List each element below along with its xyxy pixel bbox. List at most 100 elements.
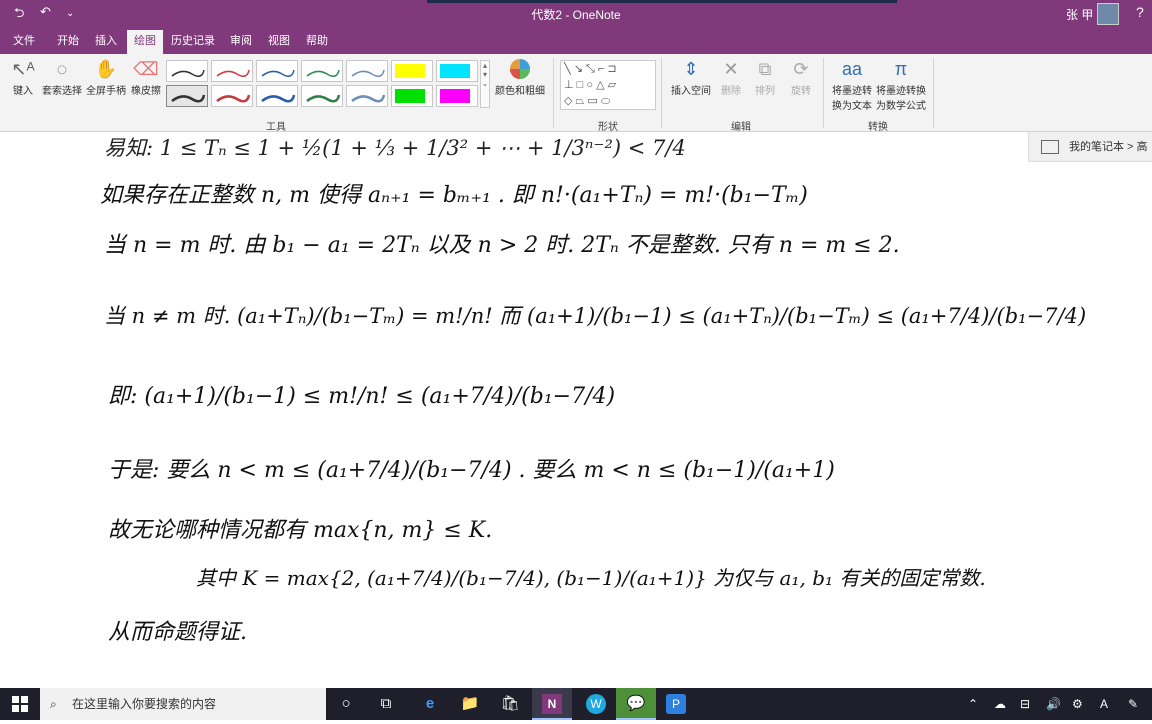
ink-to-math-button[interactable]: π 将墨迹转换 为数学公式 <box>874 58 928 112</box>
tab-help[interactable]: 帮助 <box>300 28 334 54</box>
shape-parallelogram-icon[interactable]: ▱ <box>608 79 616 91</box>
convert-group-label: 转换 <box>868 122 888 133</box>
shape-circle-icon[interactable]: ○ <box>586 79 593 91</box>
avatar[interactable] <box>1097 3 1119 25</box>
delete-x-icon: ✕ <box>723 59 739 79</box>
whiteboard-app-icon[interactable]: W <box>576 688 616 720</box>
pen-swatch[interactable] <box>211 60 253 82</box>
ribbon-separator <box>933 58 934 128</box>
hand-icon: ✋ <box>94 59 118 79</box>
volume-icon[interactable]: 🔊 <box>1046 688 1061 720</box>
shape-axis-icon[interactable]: ⊥ <box>564 79 574 91</box>
ribbon-separator <box>661 58 662 128</box>
shape-elbow-icon[interactable]: ⌐ <box>598 63 604 75</box>
pen-swatch[interactable] <box>256 60 298 82</box>
ink-line: 从而命题得证. <box>108 620 247 645</box>
pen-swatch[interactable] <box>346 85 388 107</box>
shape-line-icon[interactable]: ╲ <box>564 63 571 75</box>
shape-double-arrow-icon[interactable]: ⤡ <box>586 63 595 75</box>
pen-stroke-icon <box>306 94 341 103</box>
shape-square-icon[interactable]: □ <box>577 79 584 91</box>
delete-button[interactable]: ✕ 删除 <box>716 58 746 97</box>
tab-view[interactable]: 视图 <box>262 28 296 54</box>
pin-app-icon[interactable]: P <box>656 688 696 720</box>
windows-start-icon[interactable] <box>0 688 40 720</box>
edge-icon[interactable]: e <box>410 688 450 720</box>
pen-swatch[interactable] <box>346 60 388 82</box>
tab-file[interactable]: 文件 <box>6 28 42 54</box>
eraser-icon: ⌫ <box>133 59 159 79</box>
pen-swatch[interactable] <box>166 60 208 82</box>
network-icon[interactable]: ⚙ <box>1072 688 1083 720</box>
highlighter-swatch[interactable] <box>436 60 478 82</box>
pen-workspace-icon[interactable]: ✎ <box>1128 688 1138 720</box>
shape-arrow-icon[interactable]: ↘ <box>574 63 583 75</box>
tab-draw[interactable]: 绘图 <box>127 30 163 54</box>
arrange-button[interactable]: ⧉ 排列 <box>750 58 780 97</box>
input-method-icon[interactable]: A <box>1100 688 1108 720</box>
pen-swatch[interactable] <box>301 85 343 107</box>
highlighter-color-icon <box>440 64 470 78</box>
edit-group-label: 编辑 <box>731 122 751 133</box>
ink-line: 其中 K = max{2, (a₁+7/4)/(b₁−7/4), (b₁−1)/… <box>196 566 986 590</box>
help-icon[interactable]: ? <box>1136 4 1144 20</box>
shapes-gallery[interactable]: ╲ ↘ ⤡ ⌐ ⊐ ⊥ □ ○ △ ▱ ◇ ⏢ ▭ ⬭ <box>560 60 656 110</box>
tray-chevron-icon[interactable]: ⌃ <box>968 688 978 720</box>
pan-hand-button[interactable]: ✋ 全屏手柄 <box>84 58 128 97</box>
battery-icon[interactable]: ⊟ <box>1020 688 1030 720</box>
ink-line: 于是: 要么 n < m ≤ (a₁+7/4)/(b₁−7/4) . 要么 m … <box>108 458 835 483</box>
taskbar-search-input[interactable]: ⌕ 在这里输入你要搜索的内容 <box>40 688 326 720</box>
notebook-icon[interactable] <box>1041 140 1059 154</box>
color-thickness-button[interactable]: 颜色和粗细 <box>492 58 548 97</box>
pen-stroke-icon <box>261 69 295 77</box>
highlighter-color-icon <box>395 64 425 78</box>
pen-swatch[interactable] <box>211 85 253 107</box>
file-explorer-icon[interactable]: 📁 <box>450 688 490 720</box>
shape-bracket-icon[interactable]: ⊐ <box>607 63 616 75</box>
tab-review[interactable]: 审阅 <box>224 28 258 54</box>
pen-swatch[interactable] <box>256 85 298 107</box>
pen-swatch-selected[interactable] <box>166 85 208 107</box>
highlighter-color-icon <box>440 89 470 103</box>
highlighter-color-icon <box>395 89 425 103</box>
onenote-icon[interactable]: N <box>532 688 572 720</box>
tab-history[interactable]: 历史记录 <box>168 28 218 54</box>
ribbon-tabs: 文件 开始 插入 绘图 历史记录 审阅 视图 帮助 <box>0 28 1152 54</box>
onedrive-icon[interactable]: ☁ <box>994 688 1006 720</box>
eraser-button[interactable]: ⌫ 橡皮擦 <box>128 58 164 97</box>
ribbon: ↖ᴬ 键入 ◌ 套索选择 ✋ 全屏手柄 ⌫ 橡皮擦 ▴ ▾ ⌄ 颜色和粗细 工具 ╲… <box>0 54 1152 133</box>
tab-home[interactable]: 开始 <box>50 28 86 54</box>
insert-space-button[interactable]: ⇕ 插入空间 <box>666 58 716 97</box>
highlighter-swatch[interactable] <box>391 85 433 107</box>
tab-insert[interactable]: 插入 <box>88 28 124 54</box>
store-icon[interactable]: 🛍 <box>490 688 530 720</box>
user-name[interactable]: 张 甲 <box>1066 6 1093 23</box>
ink-line: 如果存在正整数 n, m 使得 aₙ₊₁ = bₘ₊₁ . 即 n!·(a₁+T… <box>100 183 808 208</box>
color-wheel-icon <box>492 58 548 80</box>
shapes-group-label: 形状 <box>598 122 618 133</box>
shape-ellipse-icon[interactable]: ⬭ <box>601 95 610 107</box>
shape-diamond-icon[interactable]: ◇ <box>564 95 572 107</box>
pen-stroke-icon <box>216 69 250 77</box>
highlighter-swatch[interactable] <box>391 60 433 82</box>
shape-trapezoid-icon[interactable]: ⏢ <box>576 95 585 107</box>
highlighter-swatch[interactable] <box>436 85 478 107</box>
type-button[interactable]: ↖ᴬ 键入 <box>6 58 40 97</box>
lasso-select-button[interactable]: ◌ 套索选择 <box>40 58 84 97</box>
rotate-button[interactable]: ⟳ 旋转 <box>786 58 816 97</box>
pen-swatch[interactable] <box>301 60 343 82</box>
insert-space-icon: ⇕ <box>683 59 699 79</box>
pen-stroke-icon <box>216 94 251 103</box>
shape-triangle-icon[interactable]: △ <box>596 79 604 91</box>
ink-to-text-button[interactable]: aa 将墨迹转 换为文本 <box>828 58 876 112</box>
wechat-icon[interactable]: 💬 <box>616 688 656 720</box>
type-cursor-icon: ↖ᴬ <box>11 59 35 79</box>
ink-line: 当 n ≠ m 时. (a₁+Tₙ)/(b₁−Tₘ) = m!/n! 而 (a₁… <box>104 304 1087 328</box>
shape-rect-icon[interactable]: ▭ <box>587 95 597 107</box>
note-page[interactable]: 易知: 1 ≤ Tₙ ≤ 1 + ½(1 + ⅓ + 1/3² + ⋯ + 1/… <box>0 132 1152 688</box>
pen-gallery-scroll[interactable]: ▴ ▾ ⌄ <box>480 60 490 108</box>
cortana-icon[interactable]: ○ <box>326 688 366 720</box>
ink-line: 即: (a₁+1)/(b₁−1) ≤ m!/n! ≤ (a₁+7/4)/(b₁−… <box>108 384 616 409</box>
task-view-icon[interactable]: ⧉ <box>366 688 406 720</box>
pen-stroke-icon <box>351 94 386 103</box>
